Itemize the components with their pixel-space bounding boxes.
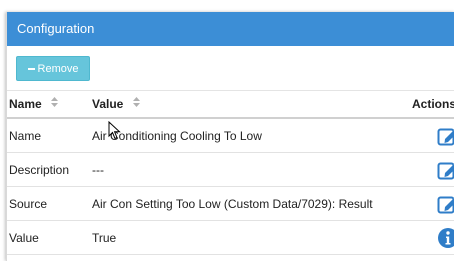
remove-button-label: Remove [37, 62, 79, 75]
row-actions-cell [412, 118, 454, 153]
minus-icon [27, 67, 35, 70]
row-name-cell: Source [7, 186, 84, 221]
row-name-cell: Name [7, 118, 84, 153]
sort-icon[interactable] [51, 97, 59, 107]
table-header-row: Name Value Actions [7, 91, 454, 119]
column-header-name-label: Name [9, 97, 42, 111]
sort-icon[interactable] [132, 97, 140, 107]
column-header-name[interactable]: Name [7, 91, 84, 119]
edit-icon[interactable] [437, 193, 454, 215]
table-row[interactable]: Source Air Con Setting Too Low (Custom D… [7, 186, 454, 221]
table-row[interactable]: Value True [7, 220, 454, 255]
row-value-cell: Air Conditioning Cooling To Low [84, 118, 412, 153]
toolbar: Remove [7, 46, 454, 91]
edit-icon[interactable] [437, 159, 454, 181]
column-header-value-label: Value [92, 97, 124, 111]
panel-title: Configuration [7, 12, 454, 46]
table-row[interactable]: Name Air Conditioning Cooling To Low [7, 118, 454, 153]
row-name-cell: Value [7, 220, 84, 255]
configuration-panel: Configuration Remove Name Value Actions … [6, 12, 454, 261]
info-icon[interactable] [437, 227, 454, 249]
configuration-table: Name Value Actions Name Air Conditioning… [7, 91, 454, 255]
table-row[interactable]: Description --- [7, 152, 454, 187]
row-actions-cell [412, 186, 454, 221]
row-value-cell: True [84, 220, 412, 255]
row-actions-cell [412, 220, 454, 255]
row-name-cell: Description [7, 152, 84, 187]
row-actions-cell [412, 152, 454, 187]
column-header-value[interactable]: Value [84, 91, 412, 119]
remove-button[interactable]: Remove [16, 56, 90, 81]
column-header-actions: Actions [412, 91, 454, 119]
row-value-cell: --- [84, 152, 412, 187]
row-value-cell: Air Con Setting Too Low (Custom Data/702… [84, 186, 412, 221]
edit-icon[interactable] [437, 125, 454, 147]
